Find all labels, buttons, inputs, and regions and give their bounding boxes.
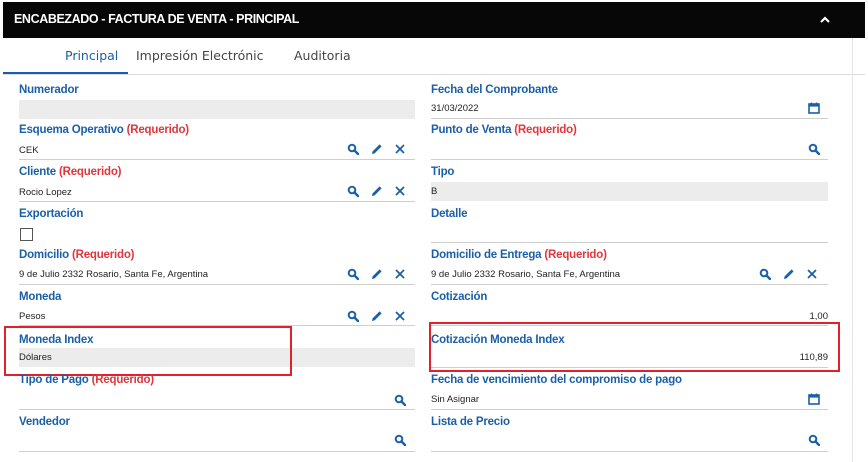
- cotizacion-label: Cotización: [431, 291, 488, 303]
- required-marker: (Requerido): [91, 374, 155, 386]
- detalle-underline: [431, 242, 828, 243]
- tipo-value: B: [431, 186, 438, 197]
- cliente-label: Cliente (Requerido): [19, 166, 122, 178]
- cotizacion-value[interactable]: 1,00: [810, 311, 829, 322]
- tab-principal[interactable]: Principal: [65, 48, 118, 63]
- exportacion-checkbox[interactable]: [20, 228, 33, 241]
- tipo-label: Tipo: [431, 166, 455, 178]
- fecha-comprobante-label: Fecha del Comprobante: [431, 84, 558, 96]
- scroll-track[interactable]: [852, 38, 853, 462]
- esquema-operativo-underline: [19, 159, 415, 160]
- pencil-icon[interactable]: [371, 185, 383, 197]
- esquema-operativo-value[interactable]: CEK: [19, 145, 39, 156]
- search-icon[interactable]: [347, 143, 359, 155]
- cliente-value[interactable]: Rocio Lopez: [19, 187, 72, 198]
- calendar-icon[interactable]: [808, 102, 820, 114]
- domicilio-entrega-label: Domicilio de Entrega (Requerido): [431, 249, 607, 261]
- domicilio-entrega-value[interactable]: 9 de Julio 2332 Rosario, Santa Fe, Argen…: [431, 269, 620, 280]
- tab-auditoria[interactable]: Auditoria: [294, 48, 351, 63]
- tab-bar: Principal Impresión Electrónic Auditoria: [3, 38, 865, 75]
- numerador-label: Numerador: [19, 84, 79, 96]
- pencil-icon[interactable]: [783, 268, 795, 280]
- cliente-underline: [19, 201, 415, 202]
- search-icon[interactable]: [808, 434, 820, 446]
- lista-de-precio-underline: [431, 451, 828, 452]
- search-icon[interactable]: [347, 185, 359, 197]
- close-icon[interactable]: [394, 268, 406, 280]
- search-icon[interactable]: [394, 394, 406, 406]
- domicilio-underline: [19, 284, 415, 285]
- fecha-comprobante-value[interactable]: 31/03/2022: [431, 103, 479, 114]
- section-title: ENCABEZADO - FACTURA DE VENTA - PRINCIPA…: [14, 12, 299, 26]
- search-icon[interactable]: [759, 268, 771, 280]
- close-icon[interactable]: [394, 143, 406, 155]
- pencil-icon[interactable]: [371, 268, 383, 280]
- required-marker: (Requerido): [58, 166, 122, 178]
- close-icon[interactable]: [394, 185, 406, 197]
- search-icon[interactable]: [808, 143, 820, 155]
- required-marker: (Requerido): [544, 249, 607, 261]
- moneda-value[interactable]: Pesos: [19, 311, 45, 322]
- search-icon[interactable]: [347, 268, 359, 280]
- numerador-field: [19, 100, 415, 119]
- search-icon[interactable]: [394, 434, 406, 446]
- required-marker: (Requerido): [514, 124, 577, 136]
- calendar-icon[interactable]: [808, 393, 820, 405]
- search-icon[interactable]: [347, 310, 359, 322]
- moneda-label: Moneda: [19, 291, 62, 303]
- active-tab-indicator: [3, 72, 128, 74]
- close-icon[interactable]: [394, 310, 406, 322]
- tipo-field: [431, 182, 828, 201]
- tipo-de-pago-label: Tipo de Pago (Requerido): [19, 374, 154, 386]
- tab-impresion-electronica[interactable]: Impresión Electrónic: [136, 48, 264, 63]
- pencil-icon[interactable]: [371, 143, 383, 155]
- close-icon[interactable]: [806, 268, 818, 280]
- punto-de-venta-underline: [431, 159, 828, 160]
- fecha-comprobante-underline: [431, 118, 828, 119]
- pencil-icon[interactable]: [371, 310, 383, 322]
- fecha-vencimiento-value[interactable]: Sin Asignar: [431, 394, 479, 405]
- fecha-vencimiento-underline: [431, 409, 828, 410]
- lista-de-precio-label: Lista de Precio: [431, 416, 510, 428]
- tipo-de-pago-underline: [19, 409, 415, 410]
- required-marker: (Requerido): [126, 124, 190, 136]
- chevron-up-icon[interactable]: [819, 15, 831, 25]
- exportacion-label: Exportación: [19, 208, 84, 220]
- domicilio-entrega-underline: [431, 284, 828, 285]
- esquema-operativo-label: Esquema Operativo (Requerido): [19, 124, 189, 136]
- highlight-box-cotizacion-index: [429, 322, 840, 372]
- section-header: ENCABEZADO - FACTURA DE VENTA - PRINCIPA…: [3, 2, 865, 38]
- domicilio-label: Domicilio (Requerido): [19, 249, 135, 261]
- vendedor-label: Vendedor: [19, 416, 70, 428]
- vendedor-underline: [19, 451, 415, 452]
- domicilio-value[interactable]: 9 de Julio 2332 Rosario, Santa Fe, Argen…: [19, 269, 208, 280]
- fecha-vencimiento-label: Fecha de vencimiento del compromiso de p…: [431, 374, 682, 386]
- punto-de-venta-label: Punto de Venta (Requerido): [431, 124, 577, 136]
- highlight-box-moneda-index: [4, 326, 292, 376]
- detalle-label: Detalle: [431, 208, 468, 220]
- required-marker: (Requerido): [71, 249, 135, 261]
